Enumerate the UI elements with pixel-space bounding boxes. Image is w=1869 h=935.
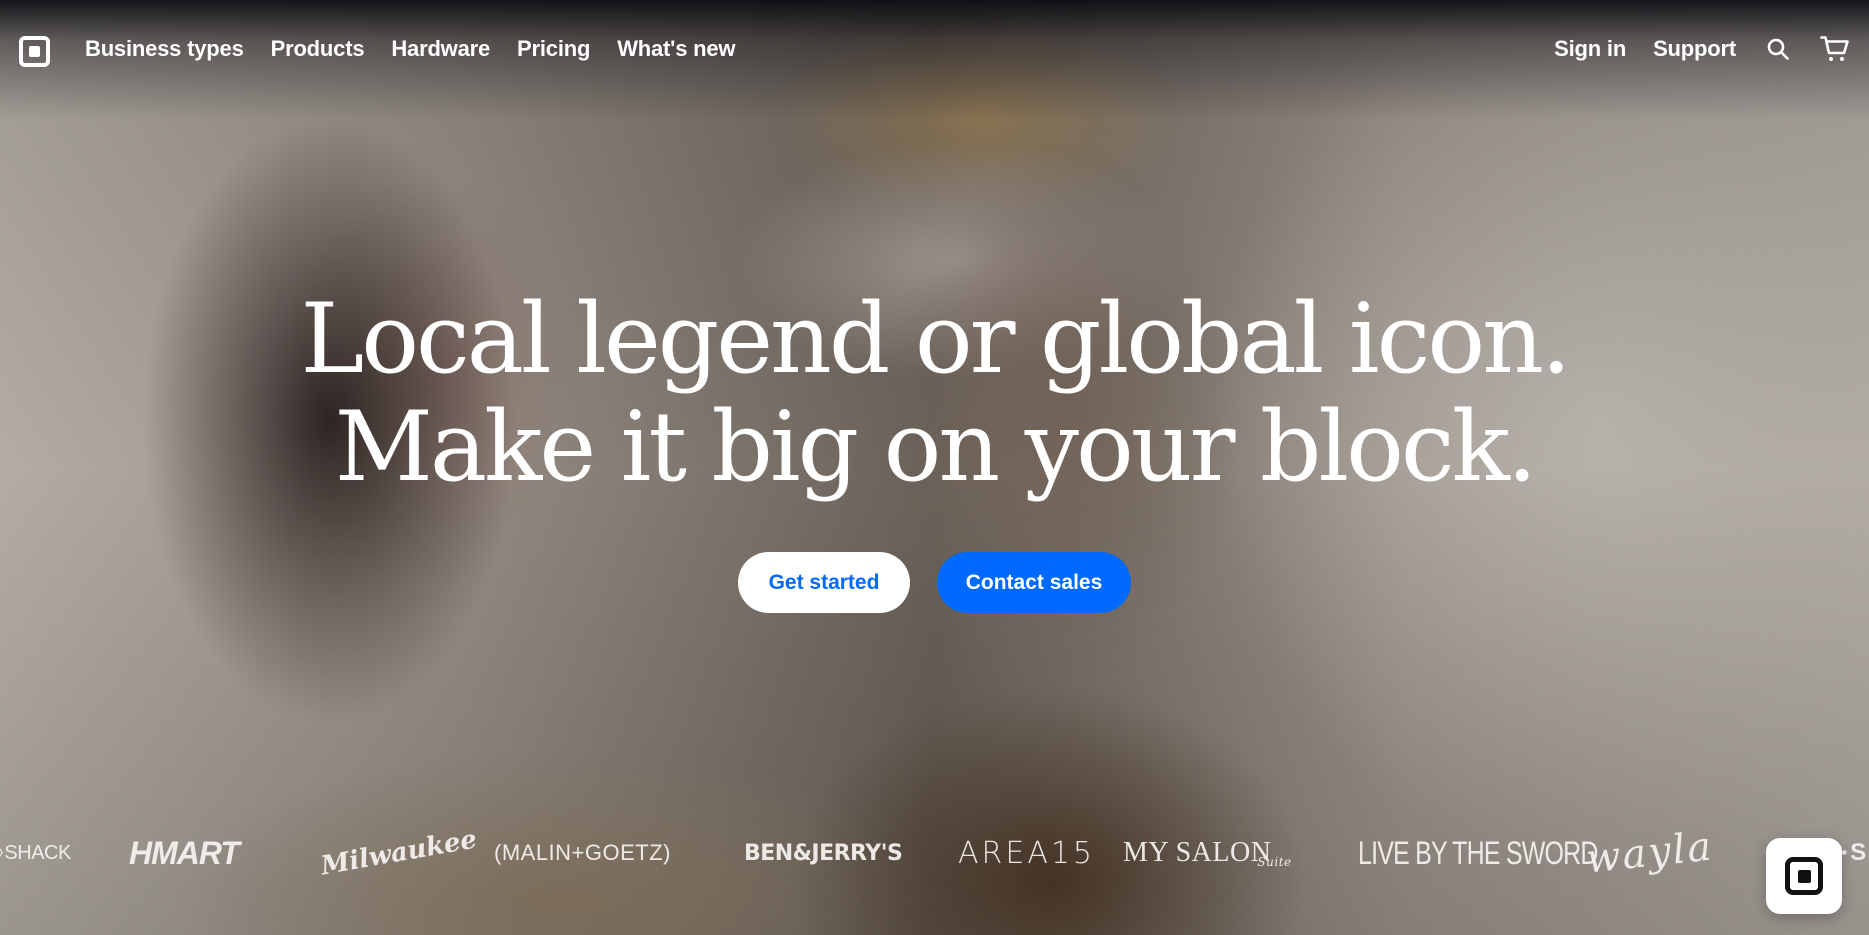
nav-business-types[interactable]: Business types	[85, 34, 244, 64]
hero-headline: Local legend or global icon. Make it big…	[0, 285, 1869, 501]
brand-logo-milwaukee: Milwaukee	[318, 824, 480, 882]
shack-mark-icon: ◊	[0, 843, 3, 864]
brand-logo-partial-text: S	[1850, 839, 1867, 866]
contact-sales-button[interactable]: Contact sales	[937, 552, 1131, 613]
brand-logo-hmart: HMART	[129, 834, 240, 871]
brand-logo-ben-jerrys: BEN&JERRY'S	[744, 840, 903, 866]
nav-pricing[interactable]: Pricing	[517, 34, 590, 64]
get-started-button[interactable]: Get started	[738, 552, 910, 613]
brand-logo-my-salon: MY SALON Suite	[1123, 818, 1292, 888]
hero-cta-group: Get started Contact sales	[0, 552, 1869, 613]
hero-headline-line-1: Local legend or global icon.	[300, 283, 1571, 395]
brand-logo-shack: ◊ SHACK	[0, 818, 71, 888]
square-logo-inner	[29, 46, 40, 57]
cart-icon[interactable]	[1820, 34, 1850, 64]
square-logo-icon[interactable]	[19, 36, 50, 67]
square-logo-inner	[1797, 869, 1811, 883]
nav-hardware[interactable]: Hardware	[391, 34, 490, 64]
primary-nav: Business types Products Hardware Pricing…	[85, 34, 736, 64]
square-logo-icon	[1785, 857, 1823, 895]
brand-logo-shack-text: SHACK	[4, 841, 71, 864]
brand-logo-my-salon-text: MY SALON	[1123, 837, 1272, 868]
nav-products[interactable]: Products	[271, 34, 365, 64]
support-link[interactable]: Support	[1653, 34, 1736, 64]
brand-logo-live-by-the-sword: LIVE BY THE SWORD	[1358, 834, 1598, 871]
brand-logo-my-salon-sub: Suite	[1257, 855, 1292, 869]
brand-logo-wayla: wayla	[1583, 823, 1716, 883]
sign-in-link[interactable]: Sign in	[1554, 34, 1626, 64]
hero-headline-line-2: Make it big on your block.	[334, 391, 1538, 503]
top-navigation: Business types Products Hardware Pricing…	[0, 0, 1869, 96]
square-chat-button[interactable]	[1766, 838, 1842, 914]
customer-logo-carousel: ◊ SHACK HMART Milwaukee (MALIN+GOETZ) BE…	[0, 818, 1869, 888]
brand-logo-area15: AREA15	[958, 835, 1096, 871]
nav-whats-new[interactable]: What's new	[617, 34, 735, 64]
secondary-nav: Sign in Support	[1554, 34, 1850, 64]
search-icon[interactable]	[1763, 34, 1793, 64]
brand-logo-malin-goetz: (MALIN+GOETZ)	[494, 840, 672, 865]
